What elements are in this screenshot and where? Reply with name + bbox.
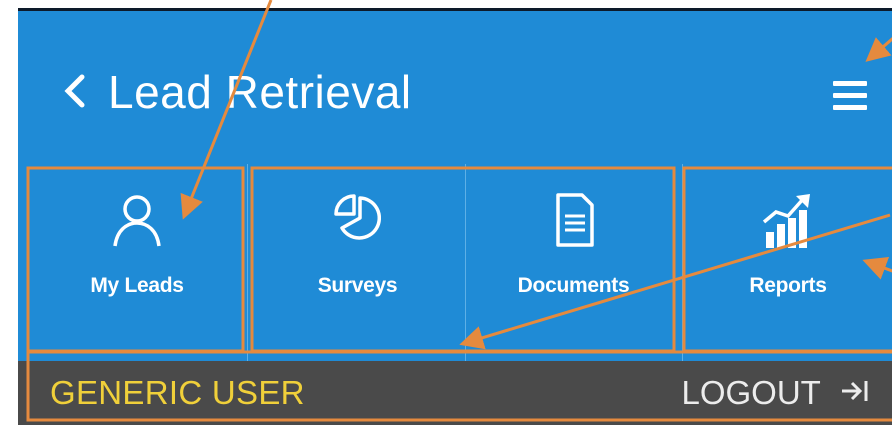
nav-item-my-leads[interactable]: My Leads (28, 164, 246, 361)
nav-item-label: Surveys (317, 274, 398, 297)
nav-divider (682, 164, 683, 361)
nav-item-label: Reports (749, 274, 827, 297)
menu-bar (833, 105, 867, 110)
nav-tile-bar: My Leads Surveys Documents Reports (18, 164, 892, 361)
hamburger-menu-icon[interactable] (833, 79, 867, 113)
user-name: GENERIC USER (50, 374, 305, 411)
page-title: Lead Retrieval (108, 66, 412, 118)
logout-button[interactable]: LOGOUT (681, 373, 870, 413)
nav-divider (247, 164, 248, 361)
nav-item-surveys[interactable]: Surveys (250, 164, 465, 361)
nav-item-reports[interactable]: Reports (684, 164, 892, 361)
menu-bar (833, 93, 867, 98)
back-chevron (64, 74, 85, 108)
app-header: Lead Retrieval (18, 11, 892, 164)
app-screen: Lead Retrieval My Leads Surveys Document… (18, 8, 892, 425)
logout-label: LOGOUT (681, 374, 821, 411)
nav-item-label: My Leads (90, 274, 184, 297)
menu-bar (833, 81, 867, 86)
document-icon (546, 192, 602, 248)
pie-chart-icon (330, 192, 386, 248)
nav-item-label: Documents (517, 274, 630, 297)
logout-arrow-icon (840, 373, 870, 413)
person-icon (109, 192, 165, 248)
chevron-left-icon[interactable] (62, 73, 88, 109)
user-status-bar: GENERIC USER LOGOUT (18, 361, 892, 425)
bar-chart-growth-icon (760, 192, 816, 248)
nav-item-documents[interactable]: Documents (466, 164, 681, 361)
